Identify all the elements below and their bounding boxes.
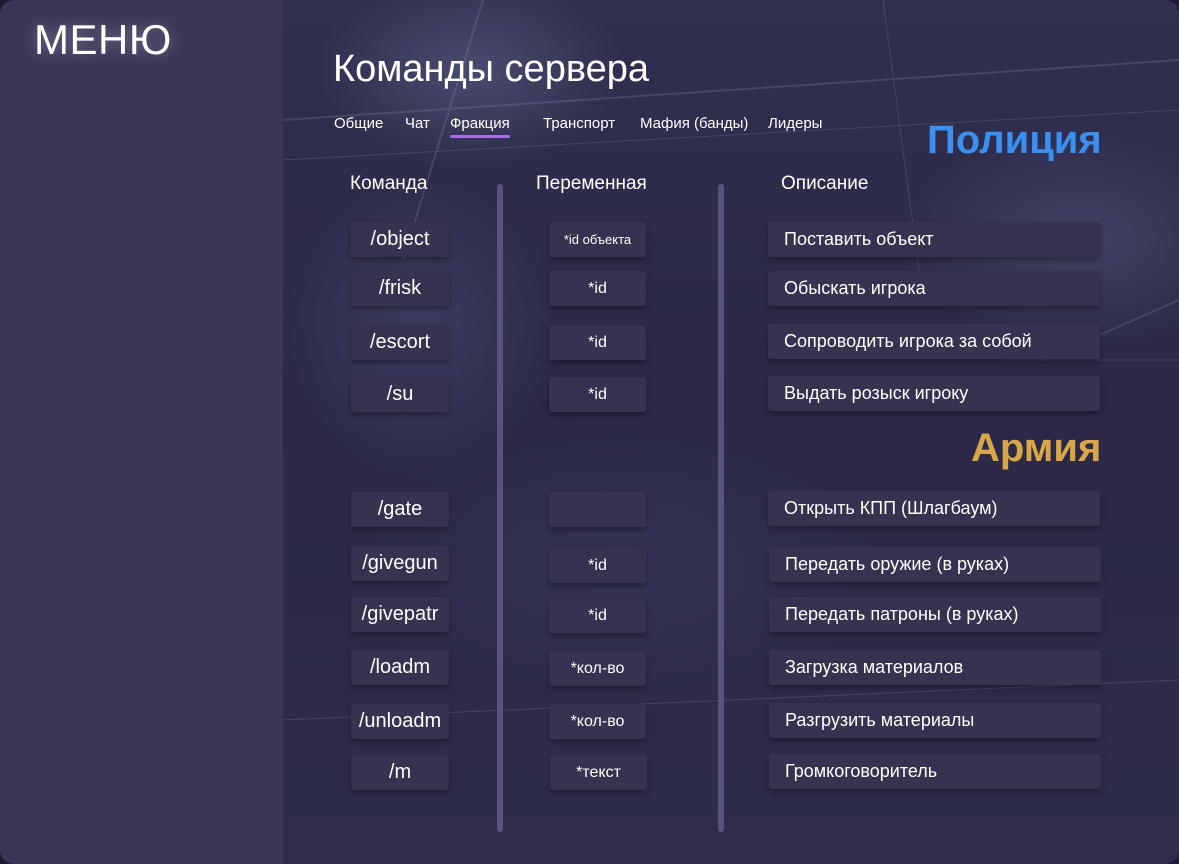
variable-cell: *id объекта <box>549 222 646 257</box>
command-cell: /givegun <box>351 546 449 581</box>
column-header-command: Команда <box>350 173 428 194</box>
tab-mafia[interactable]: Мафия (банды) <box>640 115 748 132</box>
description-cell: Передать патроны (в руках) <box>769 597 1101 632</box>
variable-cell: *id <box>549 325 646 360</box>
description-cell: Обыскать игрока <box>768 271 1100 306</box>
variable-cell <box>549 492 646 527</box>
sidebar: МЕНЮ <box>0 0 283 864</box>
faction-title-police: Полиция <box>927 118 1102 162</box>
command-cell: /m <box>351 755 449 790</box>
command-cell: /frisk <box>351 271 449 306</box>
command-cell: /unloadm <box>351 704 449 739</box>
description-cell: Выдать розыск игроку <box>768 376 1100 411</box>
tab-leaders[interactable]: Лидеры <box>768 115 822 132</box>
description-cell: Передать оружие (в руках) <box>769 547 1101 582</box>
description-cell: Сопроводить игрока за собой <box>768 324 1100 359</box>
column-divider <box>497 184 503 832</box>
description-cell: Загрузка материалов <box>769 650 1101 685</box>
command-cell: /loadm <box>351 650 449 685</box>
menu-title[interactable]: МЕНЮ <box>34 16 172 64</box>
command-cell: /su <box>351 377 449 412</box>
variable-cell: *id <box>549 377 646 412</box>
command-cell: /givepatr <box>351 597 449 632</box>
command-cell: /object <box>351 222 449 257</box>
variable-cell: *текст <box>550 755 647 790</box>
column-header-description: Описание <box>781 173 869 194</box>
column-divider <box>718 184 724 832</box>
command-cell: /escort <box>351 325 449 360</box>
description-cell: Поставить объект <box>768 222 1100 257</box>
variable-cell: *id <box>549 548 646 583</box>
variable-cell: *id <box>549 598 646 633</box>
variable-cell: *id <box>549 271 646 306</box>
tab-general[interactable]: Общие <box>334 115 383 132</box>
description-cell: Громкоговоритель <box>769 754 1101 789</box>
faction-title-army: Армия <box>971 426 1102 470</box>
page-title: Команды сервера <box>333 48 649 90</box>
description-cell: Разгрузить материалы <box>769 703 1101 738</box>
tab-transport[interactable]: Транспорт <box>543 115 615 132</box>
column-header-variable: Переменная <box>536 173 647 194</box>
description-cell: Открыть КПП (Шлагбаум) <box>768 491 1100 526</box>
app-window: МЕНЮ Команды сервера Общие Чат Фракция Т… <box>0 0 1179 864</box>
tab-faction[interactable]: Фракция <box>450 115 510 138</box>
variable-cell: *кол-во <box>549 704 646 739</box>
variable-cell: *кол-во <box>549 651 646 686</box>
command-cell: /gate <box>351 492 449 527</box>
tab-chat[interactable]: Чат <box>405 115 430 132</box>
